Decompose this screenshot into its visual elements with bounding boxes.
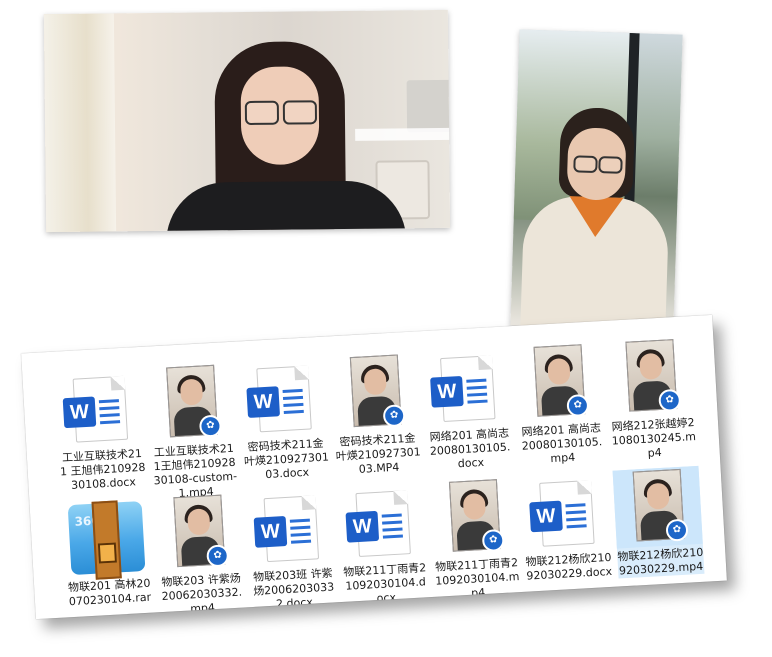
- file-name-label: 物联211丁雨青21092030104.docx: [342, 561, 427, 606]
- file-item[interactable]: ✿ 物联203 许紫炀20062030332.mp4: [153, 492, 246, 619]
- file-item[interactable]: W 物联211丁雨青21092030104.docx: [337, 481, 430, 608]
- glasses-left: [244, 100, 280, 126]
- file-name-label: 物联212杨欣21092030229.mp4: [617, 545, 704, 578]
- player-badge-icon: ✿: [198, 414, 223, 438]
- document-page: W: [253, 495, 320, 563]
- file-name-label: 物联203班 许紫炀20062030332.docx: [252, 566, 335, 611]
- webcam-photo-right: [510, 29, 683, 331]
- file-item[interactable]: ✿ 工业互联技术211王旭伟21092830108-custom-1.mp4: [146, 362, 239, 503]
- shelf: [355, 127, 451, 141]
- word-badge: W: [246, 386, 281, 418]
- file-item[interactable]: W 密码技术211金叶煐21092730103.docx: [238, 357, 331, 484]
- word-document-icon: W: [521, 471, 611, 554]
- document-page: W: [62, 375, 129, 443]
- video-file-icon: ✿: [429, 476, 519, 559]
- player-badge-icon: ✿: [665, 518, 689, 542]
- player-badge-icon: ✿: [481, 528, 505, 553]
- word-document-icon: W: [54, 367, 144, 450]
- glasses-right: [282, 100, 318, 125]
- printer: [406, 79, 451, 133]
- document-page: W: [430, 355, 496, 423]
- word-badge: W: [430, 375, 464, 408]
- word-badge: W: [345, 510, 380, 543]
- file-item[interactable]: 360 物联201 高林20070230104.rar: [61, 497, 153, 610]
- file-name-label: 物联211丁雨青21092030104.mp4: [434, 556, 520, 600]
- curtain: [43, 13, 117, 233]
- file-item[interactable]: ✿ 物联211丁雨青21092030104.mp4: [429, 476, 522, 603]
- archive-360zip-icon: 360: [61, 497, 151, 580]
- archive-icon: 360: [67, 500, 146, 580]
- player-badge-icon: ✿: [382, 404, 406, 428]
- file-name-label: 物联203 许紫炀20062030332.mp4: [161, 571, 243, 616]
- word-document-icon: W: [238, 357, 328, 440]
- file-name-label: 密码技术211金叶煐21092730103.MP4: [335, 431, 422, 476]
- word-badge: W: [253, 516, 288, 548]
- document-page: W: [529, 479, 595, 547]
- word-document-icon: W: [337, 481, 427, 564]
- file-name-label: 网络201 高尚志20080130105.docx: [429, 426, 511, 471]
- video-file-icon: ✿: [146, 362, 236, 445]
- glasses-left: [573, 155, 598, 174]
- word-badge: W: [529, 500, 563, 533]
- file-name-label: 物联212杨欣21092030229.docx: [525, 550, 613, 583]
- video-file-icon: ✿: [612, 465, 703, 549]
- webcam-photo-left: [43, 9, 451, 233]
- file-item[interactable]: ✿ 密码技术211金叶煐21092730103.MP4: [330, 351, 423, 478]
- video-file-icon: ✿: [153, 492, 243, 575]
- player-badge-icon: ✿: [566, 393, 590, 418]
- file-item[interactable]: W 工业互联技术211 王旭伟21092830108.docx: [54, 367, 147, 494]
- file-name-label: 网络201 高尚志20080130105.mp4: [521, 421, 603, 466]
- file-item[interactable]: ✿ 物联212杨欣21092030229.mp4: [612, 465, 705, 579]
- file-name-label: 工业互联技术211 王旭伟21092830108.docx: [59, 446, 146, 492]
- player-badge-icon: ✿: [658, 388, 682, 412]
- sweater-collar: [568, 196, 624, 238]
- file-explorer-panel: W 工业互联技术211 王旭伟21092830108.docx ✿ 工业互联技术211…: [21, 314, 727, 620]
- file-item[interactable]: W 网络201 高尚志20080130105.docx: [422, 346, 515, 473]
- person-face: [240, 66, 320, 166]
- document-page: W: [345, 490, 411, 557]
- video-file-icon: ✿: [605, 336, 695, 419]
- file-item[interactable]: ✿ 网络201 高尚志20080130105.mp4: [513, 341, 606, 468]
- word-document-icon: W: [245, 486, 335, 569]
- video-file-icon: ✿: [330, 351, 420, 434]
- person-body: [165, 180, 407, 233]
- person-face: [566, 127, 627, 201]
- video-file-icon: ✿: [513, 341, 603, 424]
- word-badge: W: [62, 396, 97, 429]
- file-name-label: 密码技术211金叶煐21092730103.docx: [243, 436, 330, 482]
- word-document-icon: W: [422, 346, 512, 429]
- file-item[interactable]: ✿ 网络212张越婷21080130245.mp4: [605, 336, 698, 463]
- file-name-label: 网络212张越婷21080130245.mp4: [611, 416, 697, 460]
- document-page: W: [246, 365, 312, 433]
- file-item[interactable]: W 物联203班 许紫炀20062030332.docx: [245, 486, 338, 613]
- player-badge-icon: ✿: [206, 544, 230, 568]
- file-name-label: 物联201 高林20070230104.rar: [67, 576, 152, 609]
- file-item[interactable]: W 物联212杨欣21092030229.docx: [521, 471, 613, 584]
- file-grid: W 工业互联技术211 王旭伟21092830108.docx ✿ 工业互联技术211…: [54, 336, 705, 615]
- glasses-right: [598, 156, 623, 174]
